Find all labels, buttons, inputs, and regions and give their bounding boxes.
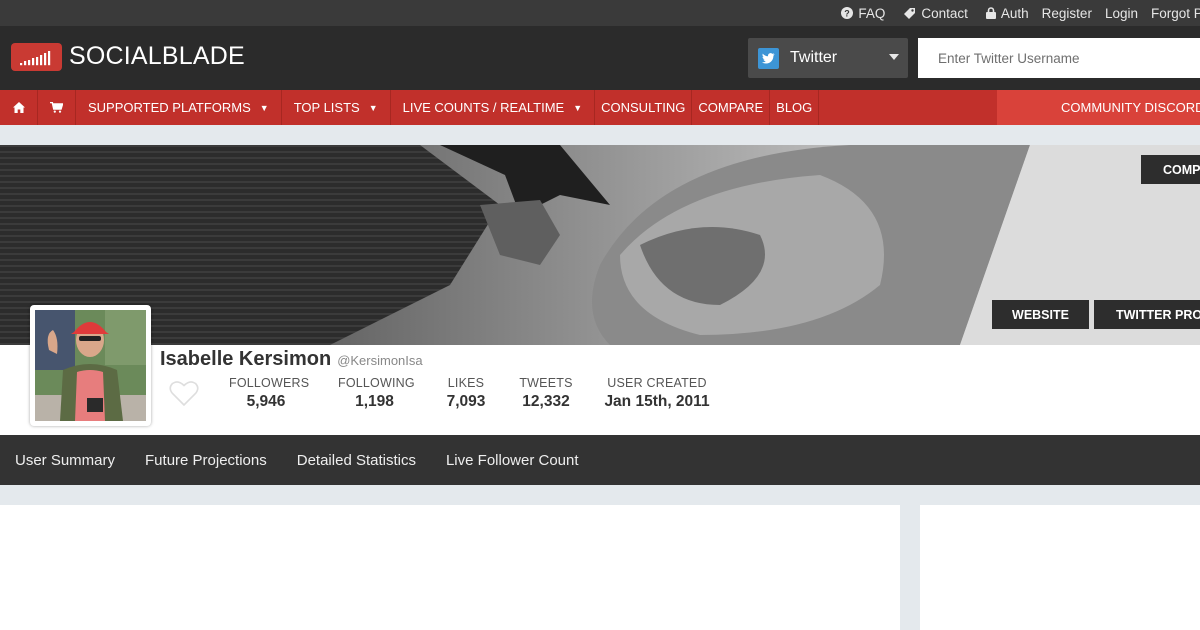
nav-label: SUPPORTED PLATFORMS <box>88 100 251 115</box>
main-nav: SUPPORTED PLATFORMS ▼ TOP LISTS ▼ LIVE C… <box>0 90 1200 125</box>
twitter-profile-button[interactable]: TWITTER PROF <box>1094 300 1200 329</box>
question-circle-icon: ? <box>841 7 854 19</box>
nav-label: LIVE COUNTS / REALTIME <box>402 100 565 115</box>
shopping-cart-icon <box>50 102 63 113</box>
profile-name-block: Isabelle Kersimon @KersimonIsa <box>160 348 423 371</box>
auth-label: Auth <box>1000 5 1029 21</box>
tab-user-summary[interactable]: User Summary <box>15 452 115 469</box>
dropdown-arrow-icon: ▼ <box>573 102 583 113</box>
socialblade-logo[interactable]: SOCIALBLADE <box>11 42 245 71</box>
nav-label: TOP LISTS <box>293 100 360 115</box>
nav-blog[interactable]: BLOG <box>770 90 820 125</box>
auth-link[interactable]: Auth <box>985 5 1029 21</box>
nav-live-counts[interactable]: LIVE COUNTS / REALTIME ▼ <box>391 90 596 125</box>
faq-label: FAQ <box>858 5 886 21</box>
stat-likes: LIKES 7,093 <box>443 376 489 411</box>
stat-value: 12,332 <box>522 393 570 410</box>
lock-icon <box>985 7 996 19</box>
logo-bars-icon <box>11 42 62 71</box>
contact-link[interactable]: Contact <box>903 6 968 21</box>
main-content-panel <box>0 505 900 630</box>
avatar-image <box>35 310 146 421</box>
stat-user-created: USER CREATED Jan 15th, 2011 <box>603 376 711 411</box>
stat-value: 1,198 <box>355 393 394 410</box>
main-header: SOCIALBLADE Twitter <box>0 26 1200 90</box>
tab-detailed-statistics[interactable]: Detailed Statistics <box>297 452 416 469</box>
stat-label: FOLLOWING <box>338 376 415 390</box>
contact-label: Contact <box>921 5 968 21</box>
stat-value: 5,946 <box>246 393 286 410</box>
website-button[interactable]: WEBSITE <box>992 300 1089 329</box>
stat-label: USER CREATED <box>607 376 707 390</box>
profile-tabs: User Summary Future Projections Detailed… <box>0 435 1200 485</box>
platform-selected: Twitter <box>790 49 838 66</box>
top-utility-bar: ? FAQ Contact Auth Register Login Forgot… <box>0 0 1200 26</box>
chevron-down-icon <box>889 54 899 60</box>
stat-value: Jan 15th, 2011 <box>604 393 710 410</box>
login-link[interactable]: Login <box>1105 6 1138 21</box>
utility-links: ? FAQ Contact Auth Register Login Forgot… <box>823 0 1200 26</box>
stat-label: FOLLOWERS <box>229 376 310 390</box>
stat-tweets: TWEETS 12,332 <box>519 376 573 411</box>
stat-value: 7,093 <box>446 393 486 410</box>
nav-shop[interactable] <box>38 90 76 125</box>
svg-text:?: ? <box>845 9 851 19</box>
profile-banner: COMPA WEBSITE TWITTER PROF <box>0 145 1200 345</box>
dropdown-arrow-icon: ▼ <box>259 102 269 113</box>
platform-dropdown[interactable]: Twitter <box>748 38 908 78</box>
twitter-bird-icon <box>758 47 779 69</box>
forgot-password-link[interactable]: Forgot Pa <box>1151 6 1200 21</box>
home-icon <box>12 102 25 113</box>
register-link[interactable]: Register <box>1042 6 1092 21</box>
sidebar-panel <box>920 505 1200 630</box>
compare-button[interactable]: COMPA <box>1141 155 1200 184</box>
nav-home[interactable] <box>0 90 38 125</box>
community-discord-link[interactable]: COMMUNITY DISCORD <box>997 90 1200 125</box>
username-search-input[interactable] <box>918 38 1200 78</box>
profile-name: Isabelle Kersimon <box>160 348 332 370</box>
tab-live-follower-count[interactable]: Live Follower Count <box>446 452 579 469</box>
favorite-heart-icon[interactable] <box>169 380 199 412</box>
stat-label: LIKES <box>447 376 485 390</box>
nav-top-lists[interactable]: TOP LISTS ▼ <box>282 90 391 125</box>
tag-icon <box>904 7 916 19</box>
dropdown-arrow-icon: ▼ <box>368 102 378 113</box>
profile-handle: @KersimonIsa <box>337 353 423 368</box>
nav-consulting[interactable]: CONSULTING <box>595 90 693 125</box>
nav-supported-platforms[interactable]: SUPPORTED PLATFORMS ▼ <box>76 90 282 125</box>
stat-followers: FOLLOWERS 5,946 <box>229 376 310 411</box>
stat-following: FOLLOWING 1,198 <box>338 376 415 411</box>
nav-compare[interactable]: COMPARE <box>692 90 771 125</box>
stat-label: TWEETS <box>519 376 573 390</box>
tab-future-projections[interactable]: Future Projections <box>145 452 267 469</box>
avatar <box>30 305 151 426</box>
faq-link[interactable]: ? FAQ <box>841 6 885 21</box>
logo-text: SOCIALBLADE <box>69 42 245 70</box>
